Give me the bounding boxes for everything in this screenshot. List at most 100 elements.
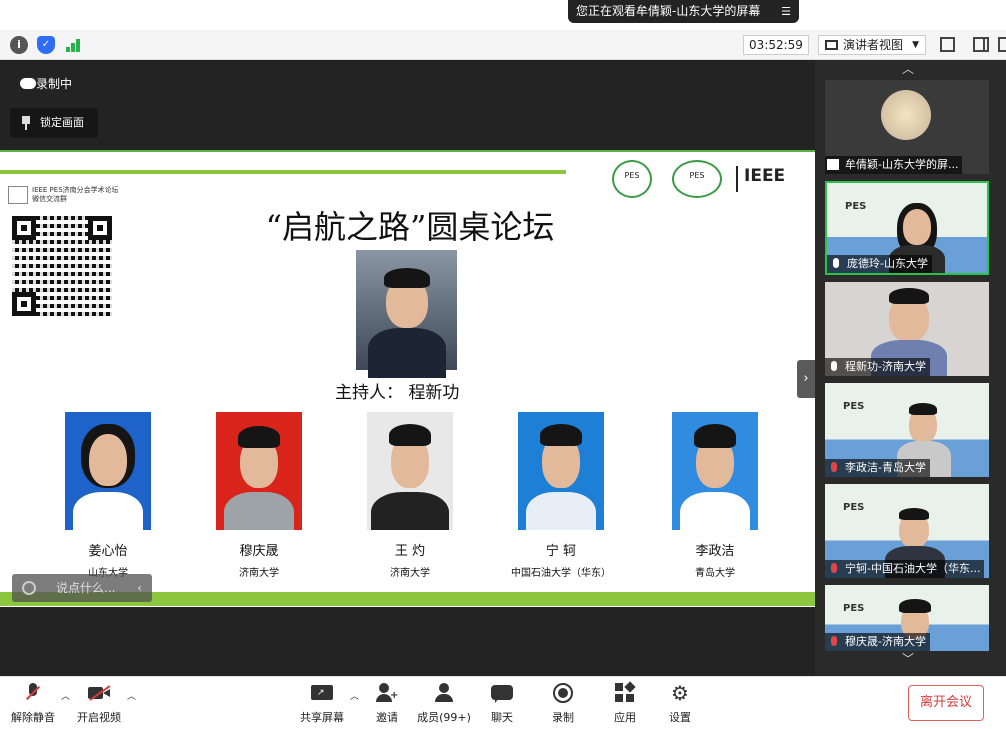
participant-name: 宁轲-中国石油大学（华东... bbox=[845, 562, 981, 575]
panelist-name: 李政洁 bbox=[695, 544, 735, 559]
participant-name: 牟倩颖-山东大学的屏... bbox=[845, 158, 959, 171]
gear-icon: ⚙ bbox=[671, 681, 689, 705]
emoji-icon[interactable] bbox=[22, 581, 36, 595]
top-toolbar: i ✓ 03:52:59 演讲者视图 ▼ bbox=[0, 30, 1006, 60]
chevron-down-icon[interactable]: ﹀ bbox=[873, 650, 943, 668]
info-icon[interactable]: i bbox=[10, 36, 28, 54]
video-tile[interactable]: PES 穆庆晟-济南大学 bbox=[825, 585, 989, 651]
video-tile[interactable]: 程新功-济南大学 bbox=[825, 282, 989, 376]
chat-input[interactable]: 说点什么... ‹ bbox=[12, 574, 152, 602]
video-tile[interactable]: 牟倩颖-山东大学的屏... bbox=[825, 80, 989, 174]
unmute-button[interactable]: 解除静音 ︿ bbox=[8, 683, 70, 727]
ieee-logo: IEEE bbox=[736, 166, 785, 192]
apps-label: 应用 bbox=[614, 711, 636, 724]
panelist-org: 济南大学 bbox=[390, 568, 430, 579]
video-tile[interactable]: PES 宁轲-中国石油大学（华东... bbox=[825, 484, 989, 578]
org-label-line1: IEEE PES济南分会学术论坛 bbox=[32, 186, 119, 194]
record-label: 录制 bbox=[552, 711, 574, 724]
screen-share-icon bbox=[827, 159, 839, 170]
participant-label: 宁轲-中国石油大学（华东... bbox=[825, 560, 985, 578]
apps-button[interactable]: 应用 bbox=[610, 681, 640, 727]
microphone-muted-icon bbox=[831, 563, 837, 573]
chevron-down-icon: ▼ bbox=[912, 40, 919, 50]
fullscreen-icon[interactable] bbox=[940, 37, 955, 52]
participant-label: 庞德玲-山东大学 bbox=[827, 255, 932, 273]
participant-name: 穆庆晟-济南大学 bbox=[845, 635, 926, 648]
participant-label: 程新功-济南大学 bbox=[825, 358, 930, 376]
background-logo: PES bbox=[843, 401, 865, 412]
participant-name: 程新功-济南大学 bbox=[845, 360, 926, 373]
signal-icon[interactable] bbox=[65, 36, 83, 54]
record-button[interactable]: 录制 bbox=[548, 683, 578, 727]
leave-meeting-button[interactable]: 离开会议 bbox=[908, 685, 984, 721]
panelist-org: 济南大学 bbox=[239, 568, 279, 579]
panelist-card: 姜心怡 山东大学 bbox=[48, 412, 168, 579]
ieee-pes-logo: PES bbox=[672, 160, 722, 198]
participant-label: 牟倩颖-山东大学的屏... bbox=[825, 156, 963, 174]
panelist-org: 青岛大学 bbox=[695, 568, 735, 579]
participant-name: 庞德玲-山东大学 bbox=[847, 257, 928, 270]
collapse-panel-handle[interactable]: › bbox=[797, 360, 815, 398]
panelist-card: 穆庆晟 济南大学 bbox=[199, 412, 319, 579]
chat-icon bbox=[491, 683, 513, 703]
chat-placeholder: 说点什么... bbox=[56, 581, 116, 595]
shield-icon[interactable]: ✓ bbox=[37, 36, 55, 54]
video-tile[interactable]: PES 庞德玲-山东大学 bbox=[825, 181, 989, 275]
unmute-label: 解除静音 bbox=[11, 711, 55, 724]
lock-view-label: 锁定画面 bbox=[40, 116, 84, 129]
menu-lines-icon[interactable]: ☰ bbox=[781, 0, 791, 23]
apps-grid-icon bbox=[614, 681, 636, 703]
share-screen-icon: ↗ bbox=[311, 683, 333, 703]
slide-top-rule bbox=[0, 170, 566, 174]
panelist-org: 中国石油大学（华东） bbox=[511, 568, 611, 579]
video-tile[interactable]: PES 李政洁-青岛大学 bbox=[825, 383, 989, 477]
speaker-view-icon bbox=[825, 40, 838, 50]
start-video-button[interactable]: 开启视频 ︿ bbox=[74, 683, 136, 727]
microphone-icon bbox=[831, 361, 837, 371]
cloud-icon bbox=[20, 78, 36, 89]
panelist-name: 王 灼 bbox=[394, 544, 426, 559]
panelist-photo bbox=[367, 412, 453, 530]
chat-button[interactable]: 聊天 bbox=[487, 683, 517, 727]
settings-button[interactable]: ⚙ 设置 bbox=[665, 683, 695, 727]
participants-icon bbox=[433, 683, 455, 703]
sharing-indicator[interactable]: 您正在观看牟倩颖-山东大学的屏幕 ☰ bbox=[568, 0, 799, 23]
microphone-muted-icon bbox=[831, 636, 837, 646]
view-mode-dropdown[interactable]: 演讲者视图 ▼ bbox=[818, 35, 926, 55]
background-logo: PES bbox=[843, 502, 865, 513]
panelist-card: 李政洁 青岛大学 bbox=[655, 412, 775, 579]
minimize-icon[interactable] bbox=[998, 37, 1006, 52]
pin-icon bbox=[22, 116, 30, 130]
logo-text: PES bbox=[689, 171, 705, 180]
avatar bbox=[881, 90, 931, 140]
chevron-up-icon[interactable]: ︿ bbox=[350, 689, 359, 702]
panelist-photo bbox=[216, 412, 302, 530]
logo-text: PES bbox=[624, 171, 640, 180]
chat-label: 聊天 bbox=[491, 711, 513, 724]
chevron-left-icon[interactable]: ‹ bbox=[137, 574, 142, 602]
panelist-photo bbox=[518, 412, 604, 530]
recording-label: 录制中 bbox=[36, 77, 73, 91]
qr-code bbox=[12, 216, 112, 316]
invite-button[interactable]: + 邀请 bbox=[370, 683, 404, 727]
panelist-name: 宁 轲 bbox=[545, 544, 577, 559]
start-video-label: 开启视频 bbox=[77, 711, 121, 724]
pes-day-logo: PES bbox=[612, 160, 652, 198]
chevron-up-icon[interactable]: ︿ bbox=[873, 60, 943, 78]
lock-view-button[interactable]: 锁定画面 bbox=[10, 108, 98, 138]
org-label-line2: 微信交流群 bbox=[32, 195, 67, 203]
recording-indicator: 录制中 bbox=[12, 74, 72, 94]
share-screen-label: 共享屏幕 bbox=[300, 711, 344, 724]
share-screen-button[interactable]: ↗ 共享屏幕 ︿ bbox=[297, 683, 359, 727]
panelist-name: 姜心怡 bbox=[88, 544, 128, 559]
chevron-up-icon[interactable]: ︿ bbox=[61, 689, 70, 702]
participant-label: 穆庆晟-济南大学 bbox=[825, 633, 930, 651]
microphone-icon bbox=[833, 258, 839, 268]
chevron-up-icon[interactable]: ︿ bbox=[127, 689, 136, 702]
host-label: 主持人： 程新功 bbox=[335, 383, 460, 403]
background-logo: PES bbox=[843, 603, 865, 614]
side-panel-icon[interactable] bbox=[973, 37, 989, 52]
participants-button[interactable]: 成员(99+) bbox=[416, 683, 472, 727]
record-icon bbox=[552, 683, 574, 703]
sharing-text: 您正在观看牟倩颖-山东大学的屏幕 bbox=[576, 4, 761, 18]
